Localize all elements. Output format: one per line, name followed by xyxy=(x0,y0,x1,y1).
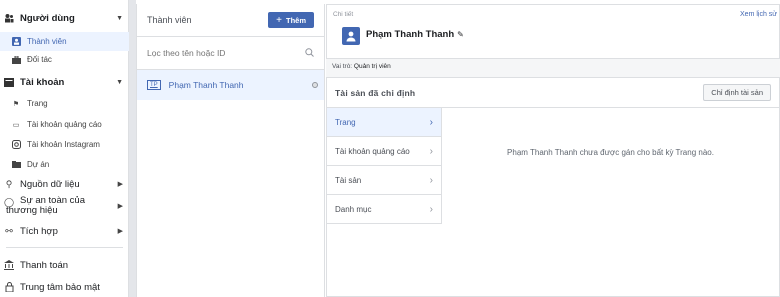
sidebar-item-label: Tài khoản quảng cáo xyxy=(27,120,102,129)
role-label: Vai trò: xyxy=(332,63,353,70)
pencil-icon[interactable]: ✎ xyxy=(457,30,464,39)
sidebar-item-label: Trang xyxy=(27,99,48,108)
sidebar-item-ad-accounts[interactable]: ▭ Tài khoản quảng cáo xyxy=(0,117,129,132)
plus-icon: + xyxy=(276,14,282,26)
sidebar-scrollbar[interactable] xyxy=(129,0,136,297)
chevron-right-icon: ▶ xyxy=(117,181,123,188)
sidebar: Người dùng ▼ Thành viên Đối tác Tài khoả… xyxy=(0,0,129,297)
sidebar-brand-safety[interactable]: ◯ Sự an toàn của thương hiệu ▶ xyxy=(0,196,129,218)
detail-user-name: Phạm Thanh Thanh xyxy=(366,29,455,40)
chevron-right-icon: › xyxy=(429,145,433,157)
sidebar-item-pages[interactable]: ⚑ Trang xyxy=(0,96,129,111)
person-badge-icon xyxy=(11,37,21,47)
members-title: Thành viên xyxy=(147,15,192,25)
sidebar-accounts-label: Tài khoản xyxy=(20,76,65,88)
sidebar-payments[interactable]: Thanh toán xyxy=(0,257,129,273)
assets-header: Tài sản đã chỉ định Chỉ định tài sản xyxy=(327,78,779,108)
instagram-icon xyxy=(11,140,21,150)
user-avatar-icon xyxy=(342,27,360,45)
asset-category-pages[interactable]: Trang › xyxy=(327,108,442,137)
add-button-label: Thêm xyxy=(285,15,306,25)
sidebar-accounts-header[interactable]: Tài khoản ▼ xyxy=(0,75,129,89)
sidebar-item-members[interactable]: Thành viên xyxy=(0,32,129,51)
sidebar-data-sources[interactable]: ⚲ Nguồn dữ liệu ▶ xyxy=(0,176,129,192)
sidebar-item-label: Dự án xyxy=(27,160,50,169)
account-card-icon xyxy=(4,77,14,87)
status-dot-icon xyxy=(312,82,318,88)
detail-panel: Chi tiết Xem lịch sử Phạm Thanh Thanh ✎ V… xyxy=(326,4,780,297)
sidebar-security-center[interactable]: Trung tâm bảo mật xyxy=(0,279,129,295)
category-label: Tài khoản quảng cáo xyxy=(335,146,410,156)
sidebar-item-label: Đối tác xyxy=(27,55,52,64)
view-history-link[interactable]: Xem lịch sử xyxy=(740,11,777,18)
data-sources-icon: ⚲ xyxy=(5,178,13,189)
sidebar-people-header[interactable]: Người dùng ▼ xyxy=(0,11,129,25)
detail-label: Chi tiết xyxy=(333,11,354,18)
folder-icon xyxy=(11,160,21,170)
ad-account-icon: ▭ xyxy=(12,121,20,129)
member-row[interactable]: TP Phạm Thanh Thanh xyxy=(137,70,324,100)
add-member-button[interactable]: + Thêm xyxy=(268,12,314,28)
bank-icon xyxy=(4,260,14,270)
members-panel: Thành viên + Thêm TP Phạm Thanh Thanh xyxy=(136,4,325,297)
integrations-icon: ⚯ xyxy=(5,225,13,236)
sidebar-item-label: Nguồn dữ liệu xyxy=(20,178,80,190)
member-name: Phạm Thanh Thanh xyxy=(168,80,244,90)
chevron-right-icon: › xyxy=(429,174,433,186)
category-label: Trang xyxy=(335,117,356,127)
sidebar-item-projects[interactable]: Dự án xyxy=(0,157,129,172)
detail-user-name-row: Phạm Thanh Thanh ✎ xyxy=(366,29,464,40)
category-label: Danh mục xyxy=(335,204,372,214)
sidebar-item-label: Thanh toán xyxy=(20,259,69,271)
sidebar-divider xyxy=(6,247,123,248)
assigned-assets-card: Tài sản đã chỉ định Chỉ định tài sản Tra… xyxy=(326,77,780,297)
briefcase-icon xyxy=(11,55,21,65)
sidebar-people-label: Người dùng xyxy=(20,12,75,24)
sidebar-item-label: Thành viên xyxy=(27,37,67,46)
lock-icon xyxy=(4,282,14,292)
asset-category-ad-accounts[interactable]: Tài khoản quảng cáo › xyxy=(327,137,442,166)
people-icon xyxy=(4,13,14,23)
sidebar-item-partners[interactable]: Đối tác xyxy=(0,52,129,67)
sidebar-item-label: Tích hợp xyxy=(20,225,58,237)
role-value: Quản trị viên xyxy=(353,63,391,70)
search-icon xyxy=(305,44,314,62)
sidebar-item-label: Tài khoản Instagram xyxy=(27,140,100,149)
assets-title: Tài sản đã chỉ định xyxy=(335,87,416,98)
chevron-down-icon: ▼ xyxy=(116,14,123,22)
flag-icon: ⚑ xyxy=(12,100,20,108)
assets-body: Trang › Tài khoản quảng cáo › Tài sản › … xyxy=(327,108,779,296)
sidebar-item-label: Sự an toàn của thương hiệu xyxy=(6,195,85,216)
detail-header: Chi tiết Xem lịch sử Phạm Thanh Thanh ✎ xyxy=(326,4,780,59)
chevron-right-icon: › xyxy=(429,203,433,215)
asset-category-catalogs[interactable]: Danh mục › xyxy=(327,195,442,224)
assign-assets-button[interactable]: Chỉ định tài sản xyxy=(703,84,771,101)
category-label: Tài sản xyxy=(335,175,362,185)
member-initials-avatar: TP xyxy=(147,80,161,90)
chevron-right-icon: › xyxy=(429,116,433,128)
member-search-input[interactable] xyxy=(147,48,297,58)
chevron-down-icon: ▼ xyxy=(116,78,123,86)
sidebar-item-label: Trung tâm bảo mật xyxy=(20,281,100,293)
business-settings: Người dùng ▼ Thành viên Đối tác Tài khoả… xyxy=(0,0,780,297)
sidebar-item-instagram[interactable]: Tài khoản Instagram xyxy=(0,137,129,152)
role-line: Vai trò: Quản trị viên xyxy=(332,63,391,70)
chevron-right-icon: ▶ xyxy=(117,203,123,210)
members-search xyxy=(137,37,324,70)
empty-state-message: Phạm Thanh Thanh chưa được gán cho bất k… xyxy=(507,148,714,157)
chevron-right-icon: ▶ xyxy=(117,228,123,235)
members-header: Thành viên + Thêm xyxy=(137,4,324,37)
asset-category-assets[interactable]: Tài sản › xyxy=(327,166,442,195)
sidebar-integrations[interactable]: ⚯ Tích hợp ▶ xyxy=(0,223,129,239)
